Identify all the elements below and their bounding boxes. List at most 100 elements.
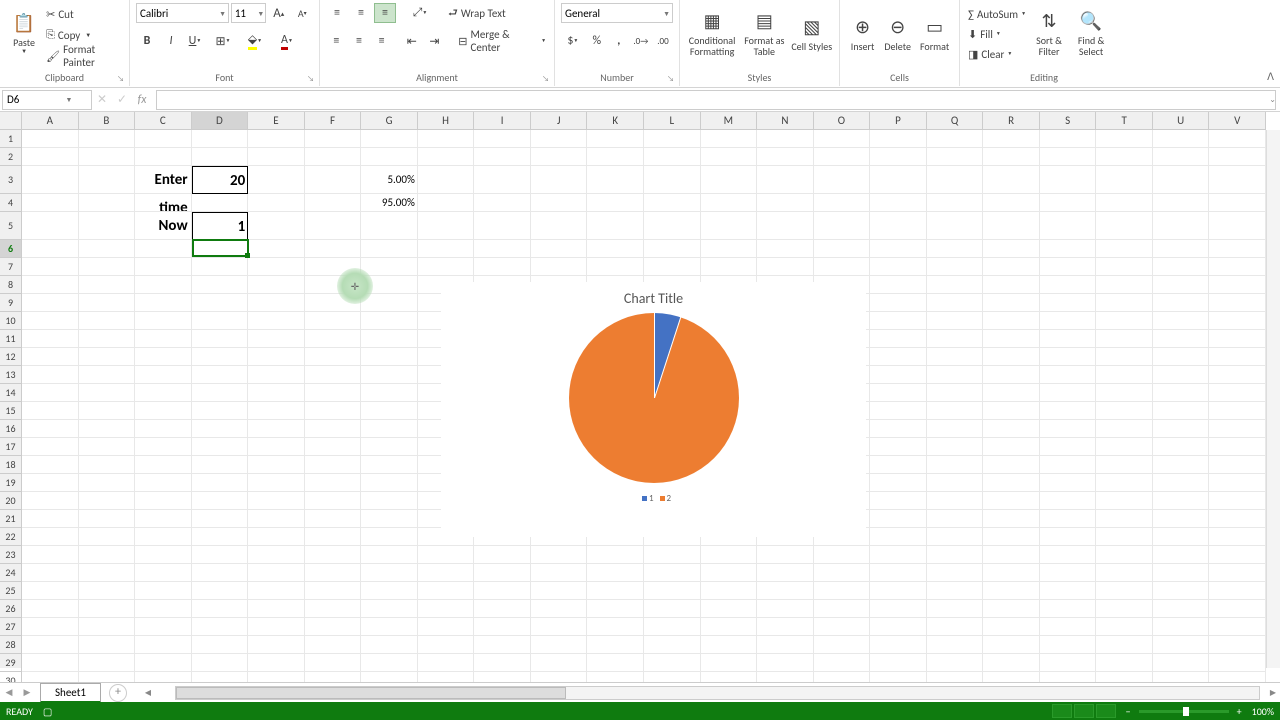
cell-R22[interactable] (983, 528, 1040, 546)
cell-E22[interactable] (248, 528, 305, 546)
cell-F10[interactable] (305, 312, 362, 330)
cell-I25[interactable] (474, 582, 531, 600)
cell-A14[interactable] (22, 384, 79, 402)
cell-L6[interactable] (644, 240, 701, 258)
cell-M25[interactable] (701, 582, 758, 600)
cell-T22[interactable] (1096, 528, 1153, 546)
horizontal-scrollbar[interactable] (175, 686, 1260, 700)
cell-R9[interactable] (983, 294, 1040, 312)
cell-K27[interactable] (587, 618, 644, 636)
collapse-ribbon-button[interactable]: ᐱ (1267, 70, 1274, 83)
cell-K24[interactable] (587, 564, 644, 582)
cell-E29[interactable] (248, 654, 305, 672)
cell-M24[interactable] (701, 564, 758, 582)
cell-N23[interactable] (757, 546, 814, 564)
cell-H2[interactable] (418, 148, 475, 166)
cell-A23[interactable] (22, 546, 79, 564)
cell-E16[interactable] (248, 420, 305, 438)
accounting-format-button[interactable]: $▼ (561, 31, 585, 51)
cell-E24[interactable] (248, 564, 305, 582)
increase-font-button[interactable]: A▴ (268, 3, 289, 23)
cell-R26[interactable] (983, 600, 1040, 618)
cell-K23[interactable] (587, 546, 644, 564)
col-header-T[interactable]: T (1096, 112, 1153, 130)
cell-E23[interactable] (248, 546, 305, 564)
cell-F23[interactable] (305, 546, 362, 564)
cell-N3[interactable] (757, 166, 814, 194)
cell-F28[interactable] (305, 636, 362, 654)
cell-D5[interactable]: 1 (192, 212, 249, 240)
cell-H29[interactable] (418, 654, 475, 672)
cell-B9[interactable] (79, 294, 136, 312)
cell-S30[interactable] (1040, 672, 1097, 682)
cell-S22[interactable] (1040, 528, 1097, 546)
cell-C11[interactable] (135, 330, 192, 348)
zoom-level[interactable]: 100% (1252, 705, 1274, 718)
row-header-14[interactable]: 14 (0, 384, 22, 402)
decrease-indent-button[interactable]: ⇤ (402, 31, 423, 51)
row-header-18[interactable]: 18 (0, 456, 22, 474)
cell-B25[interactable] (79, 582, 136, 600)
cell-L7[interactable] (644, 258, 701, 276)
col-header-P[interactable]: P (870, 112, 927, 130)
cell-T29[interactable] (1096, 654, 1153, 672)
cell-G16[interactable] (361, 420, 418, 438)
zoom-thumb[interactable] (1183, 707, 1189, 716)
cell-T3[interactable] (1096, 166, 1153, 194)
cell-Q26[interactable] (927, 600, 984, 618)
cell-U27[interactable] (1153, 618, 1210, 636)
dialog-launcher[interactable]: ↘ (117, 74, 127, 84)
cell-T2[interactable] (1096, 148, 1153, 166)
cell-R18[interactable] (983, 456, 1040, 474)
cell-C8[interactable] (135, 276, 192, 294)
cell-O27[interactable] (814, 618, 871, 636)
cell-D19[interactable] (192, 474, 249, 492)
cell-I28[interactable] (474, 636, 531, 654)
chevron-down-icon[interactable]: ▼ (217, 9, 228, 18)
cell-U28[interactable] (1153, 636, 1210, 654)
cell-N7[interactable] (757, 258, 814, 276)
cell-G18[interactable] (361, 456, 418, 474)
cell-F14[interactable] (305, 384, 362, 402)
cell-I2[interactable] (474, 148, 531, 166)
clear-button[interactable]: ◨Clear▼ (966, 44, 1028, 64)
cell-S21[interactable] (1040, 510, 1097, 528)
cell-E15[interactable] (248, 402, 305, 420)
cell-Q18[interactable] (927, 456, 984, 474)
cell-D16[interactable] (192, 420, 249, 438)
row-header-23[interactable]: 23 (0, 546, 22, 564)
cell-U9[interactable] (1153, 294, 1210, 312)
cell-C23[interactable] (135, 546, 192, 564)
cell-M7[interactable] (701, 258, 758, 276)
format-painter-button[interactable]: 🖌Format Painter (44, 46, 123, 66)
cell-C28[interactable] (135, 636, 192, 654)
cell-D10[interactable] (192, 312, 249, 330)
cell-N27[interactable] (757, 618, 814, 636)
pie-chart[interactable] (569, 313, 739, 483)
cell-U4[interactable] (1153, 194, 1210, 212)
cell-Q25[interactable] (927, 582, 984, 600)
cell-E6[interactable] (248, 240, 305, 258)
cell-Q27[interactable] (927, 618, 984, 636)
cell-V29[interactable] (1209, 654, 1266, 672)
cell-F6[interactable] (305, 240, 362, 258)
col-header-N[interactable]: N (757, 112, 814, 130)
cell-U8[interactable] (1153, 276, 1210, 294)
cell-K7[interactable] (587, 258, 644, 276)
cell-C22[interactable] (135, 528, 192, 546)
cell-T1[interactable] (1096, 130, 1153, 148)
cell-U11[interactable] (1153, 330, 1210, 348)
cell-R14[interactable] (983, 384, 1040, 402)
row-header-17[interactable]: 17 (0, 438, 22, 456)
cell-Q6[interactable] (927, 240, 984, 258)
row-header-10[interactable]: 10 (0, 312, 22, 330)
cell-P4[interactable] (870, 194, 927, 212)
cell-S28[interactable] (1040, 636, 1097, 654)
chart-legend[interactable]: 12 (441, 493, 866, 504)
cell-R7[interactable] (983, 258, 1040, 276)
page-layout-view-button[interactable] (1074, 704, 1094, 718)
cell-K2[interactable] (587, 148, 644, 166)
increase-indent-button[interactable]: ⇥ (424, 31, 445, 51)
cell-H6[interactable] (418, 240, 475, 258)
cell-O1[interactable] (814, 130, 871, 148)
